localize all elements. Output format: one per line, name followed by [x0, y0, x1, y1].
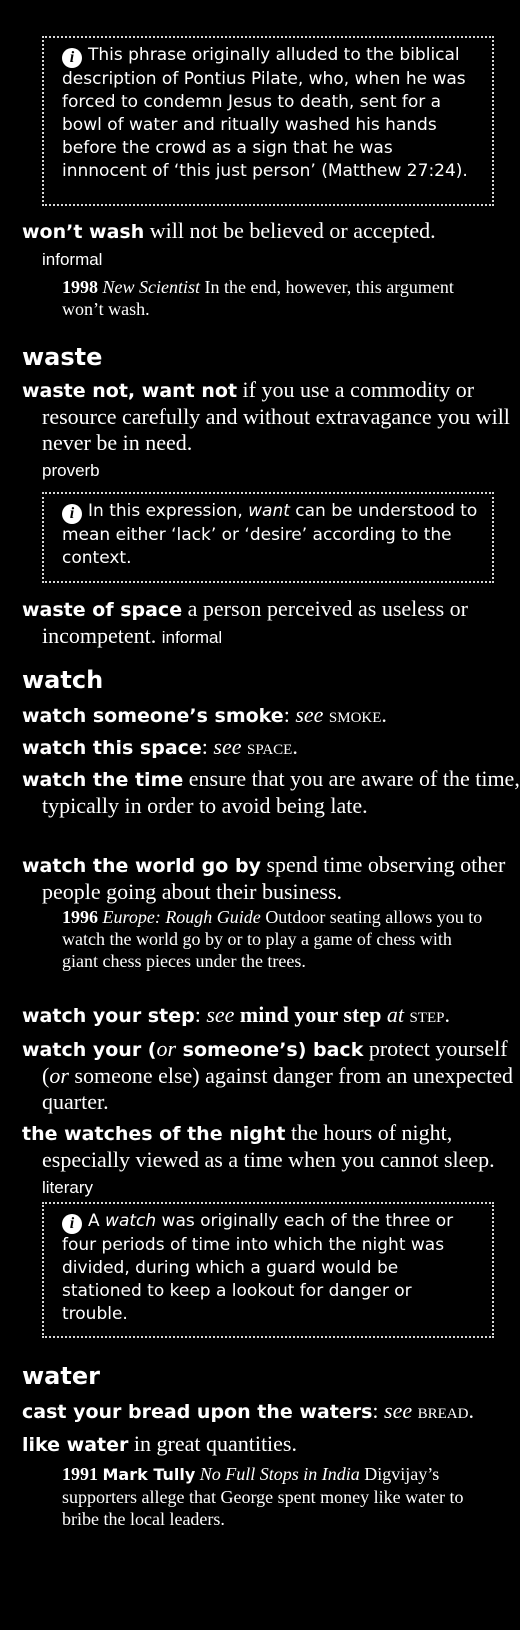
definition: will not be believed or accepted. [144, 218, 436, 243]
register-label: literary [42, 1178, 94, 1197]
punctuation: . [468, 1398, 474, 1423]
usage-note-watch: iA watch was originally each of the thre… [42, 1202, 494, 1338]
phrase: someone’s) back [176, 1039, 364, 1061]
usage-note-want: i In this expression, want can be underst… [42, 492, 494, 583]
cross-reference: smoke [323, 702, 382, 727]
quote-source: Europe: Rough Guide [102, 907, 261, 927]
note-text: A [88, 1211, 106, 1231]
headword-watch: watch [22, 666, 104, 694]
phrase: watch your ( [22, 1039, 157, 1061]
info-icon: i [62, 504, 82, 524]
separator: : [283, 702, 296, 727]
phrase: watch the time [22, 769, 184, 791]
register-label: informal [161, 628, 223, 647]
entry-watch-smoke: watch someone’s smoke: see smoke. [22, 702, 520, 729]
headword-waste: waste [22, 343, 103, 371]
headword-water: water [22, 1362, 100, 1390]
phrase: like water [22, 1434, 129, 1456]
definition: in great quantities. [128, 1431, 297, 1456]
see-label: see [295, 702, 324, 727]
definition: someone else) against danger from an une… [42, 1063, 513, 1114]
note-emphasis: want [248, 501, 290, 521]
see-label: see [213, 734, 242, 759]
quote-year: 1996 [62, 907, 98, 927]
entry-watch-time: watch the time ensure that you are aware… [22, 766, 520, 819]
note-text: In this expression, [88, 501, 249, 521]
cross-reference-phrase: mind your step [234, 1002, 382, 1027]
entry-watches-of-night: the watches of the night the hours of ni… [22, 1120, 520, 1201]
register-label: proverb [42, 461, 100, 480]
separator: : [194, 1002, 207, 1027]
phrase: won’t wash [22, 221, 145, 243]
cross-reference: step [403, 1002, 445, 1027]
punctuation: . [381, 702, 387, 727]
see-label: see [384, 1398, 413, 1423]
quote-source: New Scientist [102, 277, 201, 297]
quotation-1996: 1996 Europe: Rough Guide Outdoor seating… [62, 906, 492, 972]
register-label: informal [42, 250, 103, 269]
entry-watch-back: watch your (or someone’s) back protect y… [22, 1036, 520, 1115]
phrase: watch your step [22, 1005, 195, 1027]
note-emphasis: watch [105, 1211, 157, 1231]
usage-note-pilate: i This phrase originally alluded to the b… [42, 36, 494, 206]
at-label: at [381, 1002, 404, 1027]
quote-year: 1998 [62, 277, 98, 297]
info-icon: i [62, 1214, 82, 1234]
quotation-1991: 1991 Mark Tully No Full Stops in India D… [62, 1463, 492, 1530]
entry-wont-wash: won’t wash will not be believed or accep… [22, 218, 520, 273]
quote-source: No Full Stops in India [199, 1464, 360, 1484]
separator: : [372, 1398, 385, 1423]
phrase: waste of space [22, 599, 183, 621]
entry-watch-step: watch your step: see mind your step at s… [22, 1002, 520, 1029]
entry-waste-not: waste not, want not if you use a commodi… [22, 377, 520, 484]
entry-waste-of-space: waste of space a person perceived as use… [22, 596, 520, 651]
note-text: This phrase originally alluded to the bi… [62, 45, 468, 181]
phrase: waste not, want not [22, 380, 238, 402]
entry-cast-bread: cast your bread upon the waters: see bre… [22, 1398, 520, 1425]
phrase: watch someone’s smoke [22, 705, 284, 727]
or-label: or [156, 1036, 177, 1061]
punctuation: . [444, 1002, 450, 1027]
entry-like-water: like water in great quantities. [22, 1431, 520, 1458]
phrase: watch the world go by [22, 855, 261, 877]
quotation-1998: 1998 New Scientist In the end, however, … [62, 276, 492, 320]
cross-reference: bread [412, 1398, 469, 1423]
phrase: cast your bread upon the waters [22, 1401, 373, 1423]
info-icon: i [62, 48, 82, 68]
quote-author: Mark Tully [102, 1465, 196, 1484]
entry-watch-space: watch this space: see space. [22, 734, 520, 761]
cross-reference: space [241, 734, 293, 759]
quote-year: 1991 [62, 1464, 98, 1484]
separator: : [201, 734, 214, 759]
or-label: or [49, 1063, 69, 1088]
phrase: watch this space [22, 737, 202, 759]
phrase: the watches of the night [22, 1123, 286, 1145]
entry-watch-world: watch the world go by spend time observi… [22, 852, 520, 905]
punctuation: . [292, 734, 298, 759]
see-label: see [206, 1002, 235, 1027]
